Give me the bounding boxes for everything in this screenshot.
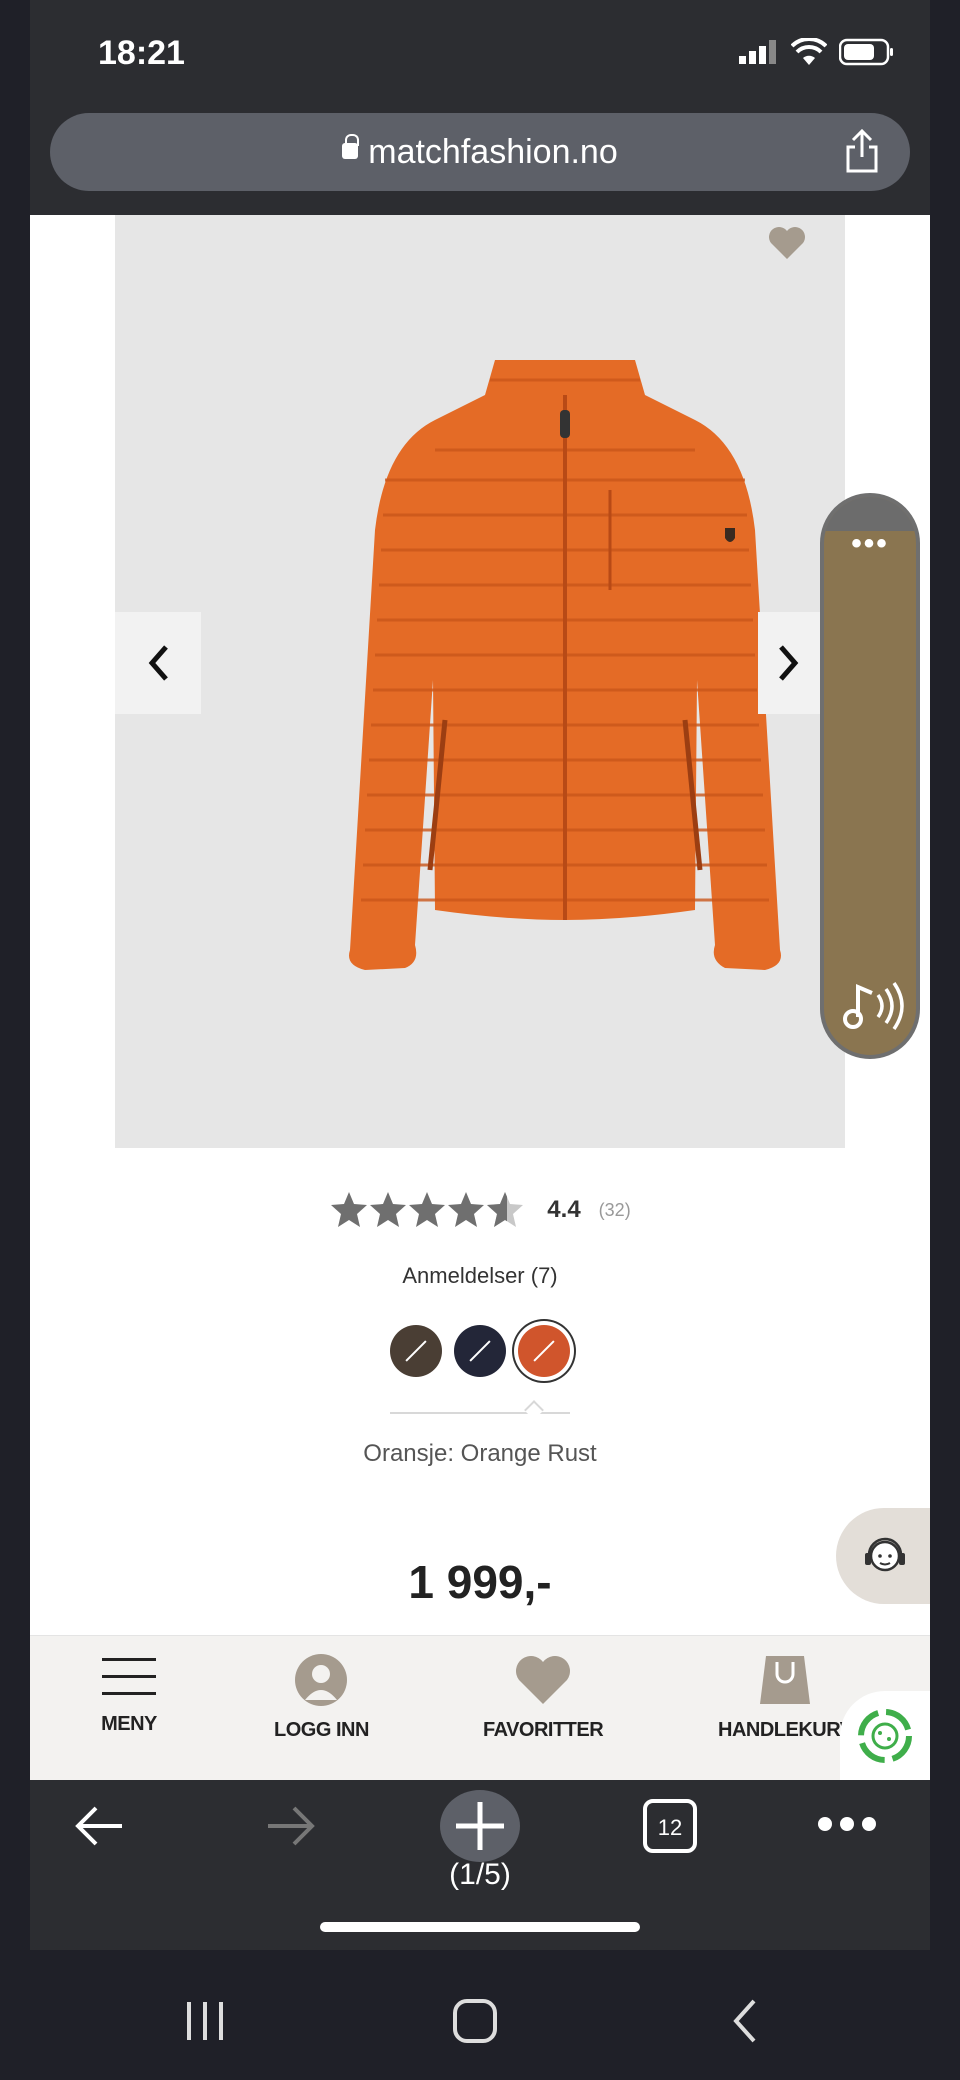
accessibility-side-widget[interactable]: ••• [820,493,920,1059]
swatch-orange-rust[interactable] [518,1325,570,1377]
support-agent-icon [865,1537,905,1572]
swatch-brown[interactable] [390,1325,442,1377]
nav-menu-label: MENY [101,1713,157,1735]
heart-icon [516,1656,571,1704]
more-options-icon[interactable]: ••• [824,527,916,561]
nav-login-label: LOGG INN [274,1719,369,1741]
product-rating[interactable]: 4.4 (32) [30,1190,930,1230]
jacket-image [349,360,781,970]
tab-count: 12 [658,1815,682,1840]
android-back-icon[interactable] [730,1998,760,2044]
hamburger-menu-icon [102,1658,156,1695]
nav-favorites-label: FAVORITTER [483,1719,604,1741]
battery-icon [839,38,893,66]
audio-icon[interactable] [840,977,904,1035]
browser-address-area: matchfashion.no [30,105,930,215]
chevron-right-icon [779,645,799,681]
nav-favorites[interactable]: FAVORITTER [483,1654,604,1742]
address-text: matchfashion.no [50,133,910,172]
page-indicator: (1/5) [449,1858,511,1891]
home-icon[interactable] [452,1998,498,2044]
rating-count: (32) [598,1199,631,1220]
reviews-link[interactable]: Anmeldelser (7) [30,1263,930,1289]
web-page: ••• 4.4 (32) Anmeldelser (7) Oransje: Or… [30,215,930,1780]
swatch-divider [390,1412,570,1414]
status-bar: 18:21 [30,0,930,105]
lock-icon [342,134,360,160]
nav-login[interactable]: LOGG INN [274,1654,369,1742]
color-swatches [30,1325,930,1377]
home-indicator [320,1922,640,1932]
chevron-left-icon [148,645,168,681]
image-prev-button[interactable] [115,612,201,714]
site-bottom-nav: MENY LOGG INN FAVORITTER HANDLEKURV [30,1635,930,1780]
wifi-icon [791,38,827,65]
url-text: matchfashion.no [368,133,618,171]
user-icon [295,1654,348,1706]
recycle-badge[interactable] [840,1691,930,1780]
browser-toolbar: 12 (1/5) [30,1780,930,1950]
signal-icon [739,40,776,64]
nav-menu[interactable]: MENY [100,1654,158,1736]
more-menu-icon[interactable] [815,1814,879,1834]
android-nav-bar [0,1950,960,2080]
product-image[interactable] [115,215,845,1148]
phone-screen: 18:21 matchfashion.no ••• 4.4 (32) Anmel… [0,0,960,2080]
shopping-bag-icon [760,1656,811,1704]
forward-arrow-icon[interactable] [260,1800,320,1852]
address-bar[interactable]: matchfashion.no [50,113,910,191]
nav-cart-label: HANDLEKURV [718,1719,853,1741]
back-arrow-icon[interactable] [70,1800,130,1852]
customer-service-button[interactable] [836,1508,930,1604]
product-price: 1 999,- [408,1556,552,1608]
rating-value: 4.4 [547,1196,581,1223]
nav-cart[interactable]: HANDLEKURV [718,1654,853,1742]
tabs-icon[interactable]: 12 [640,1796,700,1856]
favorite-heart-icon[interactable] [767,225,807,261]
recent-apps-icon[interactable] [183,2000,227,2042]
status-icons [739,38,895,66]
swatch-navy[interactable] [454,1325,506,1377]
status-time: 18:21 [98,34,185,72]
recycle-icon [858,1709,912,1763]
rating-stars-icon [331,1192,524,1227]
new-tab-plus-icon[interactable] [430,1790,530,1862]
share-icon[interactable] [842,129,882,173]
selected-color-label: Oransje: Orange Rust [363,1440,597,1467]
